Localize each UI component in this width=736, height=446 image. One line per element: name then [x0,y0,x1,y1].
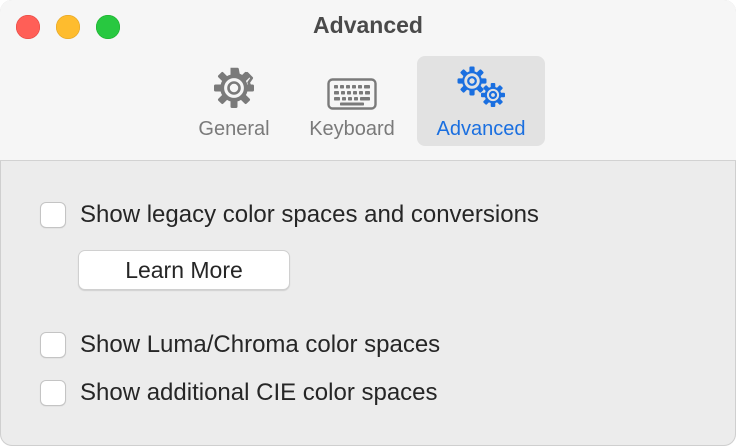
tab-keyboard-label: Keyboard [309,118,395,140]
cie-color-spaces-option: Show additional CIE color spaces [40,379,438,407]
luma-chroma-label[interactable]: Show Luma/Chroma color spaces [80,331,440,359]
tab-keyboard[interactable]: Keyboard [296,56,408,146]
keyboard-icon [327,64,377,110]
learn-more-button[interactable]: Learn More [78,250,290,290]
legacy-color-spaces-option: Show legacy color spaces and conversions [40,201,539,229]
cie-color-spaces-checkbox[interactable] [40,380,66,406]
legacy-color-spaces-label[interactable]: Show legacy color spaces and conversions [80,201,539,229]
window-title: Advanced [313,12,423,38]
advanced-settings-pane: Show legacy color spaces and conversions… [0,161,736,446]
window-toolbar: Advanced General Keyboard Advanced [0,0,736,161]
tab-general[interactable]: General [186,56,282,146]
tab-general-label: General [198,118,270,140]
luma-chroma-checkbox[interactable] [40,332,66,358]
gear-icon [212,64,256,110]
cie-color-spaces-label[interactable]: Show additional CIE color spaces [80,379,438,407]
gears-icon [453,64,509,110]
luma-chroma-option: Show Luma/Chroma color spaces [40,331,440,359]
tab-advanced[interactable]: Advanced [417,56,545,146]
preferences-window: Advanced General Keyboard Advanced Show … [0,0,736,446]
tab-advanced-label: Advanced [436,118,526,140]
legacy-color-spaces-checkbox[interactable] [40,202,66,228]
